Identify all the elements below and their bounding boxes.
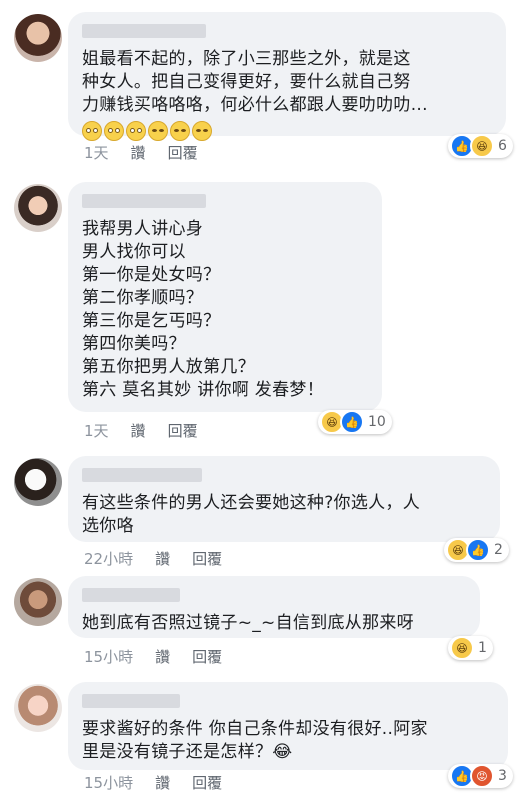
author-name-redacted[interactable] [82,194,206,208]
timestamp[interactable]: 22小時 [84,548,133,569]
comment-meta: 1天 讚 回覆 [84,142,198,163]
reaction-summary[interactable]: 😆 1 [448,636,493,660]
reply-link[interactable]: 回覆 [192,772,222,793]
timestamp[interactable]: 1天 [84,142,109,163]
author-name-redacted[interactable] [82,588,180,602]
reaction-summary[interactable]: 😆 👍 2 [444,538,509,562]
reaction-summary[interactable]: 👍 😡 3 [448,764,513,788]
haha-reaction-icon: 😆 [450,636,474,660]
avatar[interactable] [14,14,62,62]
timestamp[interactable]: 1天 [84,420,109,441]
angry-reaction-icon: 😡 [470,764,494,788]
like-reaction-icon: 👍 [466,538,490,562]
reaction-count: 6 [498,138,507,154]
author-name-redacted[interactable] [82,24,206,38]
comment-meta: 15小時 讚 回覆 [84,772,222,793]
disappointed-emoji-icon [148,121,168,141]
reaction-count: 2 [494,542,503,558]
author-name-redacted[interactable] [82,468,202,482]
comment-bubble: 她到底有否照过镜子~_~自信到底从那来呀 [68,576,480,638]
like-link[interactable]: 讚 [155,772,170,793]
comment-bubble: 姐最看不起的，除了小三那些之外，就是这 种女人。把自己变得更好，要什么就自己努 … [68,12,506,141]
emoji-row [82,121,492,141]
comment-bubble: 我帮男人讲心身 男人找你可以 第一你是处女吗？ 第二你孝顺吗？ 第三你是乞丐吗？… [68,182,382,412]
avatar[interactable] [14,184,62,232]
comment-text: 有这些条件的男人还会要她这种?你选人，人 选你咯 [82,493,421,536]
comment-bubble: 有这些条件的男人还会要她这种?你选人，人 选你咯 [68,456,500,542]
rolling-eyes-emoji-icon [104,121,124,141]
disappointed-emoji-icon [192,121,212,141]
like-link[interactable]: 讚 [131,142,146,163]
comment-text: 姐最看不起的，除了小三那些之外，就是这 种女人。把自己变得更好，要什么就自己努 … [82,49,428,115]
like-link[interactable]: 讚 [155,548,170,569]
like-link[interactable]: 讚 [131,420,146,441]
comment-text: 要求酱好的条件 你自己条件却没有很好..阿家 里是没有镜子还是怎样？😂 [82,719,428,762]
like-reaction-icon: 👍 [340,410,364,434]
comment-meta: 15小時 讚 回覆 [84,646,222,667]
reaction-summary[interactable]: 👍 😆 6 [448,134,513,158]
comment-meta: 1天 讚 回覆 [84,420,198,441]
reply-link[interactable]: 回覆 [168,420,198,441]
comment-meta: 22小時 讚 回覆 [84,548,222,569]
reply-link[interactable]: 回覆 [168,142,198,163]
avatar[interactable] [14,578,62,626]
reaction-count: 3 [498,768,507,784]
comment-bubble: 要求酱好的条件 你自己条件却没有很好..阿家 里是没有镜子还是怎样？😂 [68,682,508,770]
comment-text: 她到底有否照过镜子~_~自信到底从那来呀 [82,613,414,633]
reaction-summary[interactable]: 😆 👍 10 [318,410,392,434]
like-link[interactable]: 讚 [155,646,170,667]
author-name-redacted[interactable] [82,694,180,708]
rolling-eyes-emoji-icon [126,121,146,141]
reply-link[interactable]: 回覆 [192,646,222,667]
timestamp[interactable]: 15小時 [84,646,133,667]
rolling-eyes-emoji-icon [82,121,102,141]
avatar[interactable] [14,458,62,506]
disappointed-emoji-icon [170,121,190,141]
reply-link[interactable]: 回覆 [192,548,222,569]
avatar[interactable] [14,684,62,732]
timestamp[interactable]: 15小時 [84,772,133,793]
reaction-count: 10 [368,414,386,430]
reaction-count: 1 [478,640,487,656]
comment-text: 我帮男人讲心身 男人找你可以 第一你是处女吗？ 第二你孝顺吗？ 第三你是乞丐吗？… [82,219,325,400]
haha-reaction-icon: 😆 [470,134,494,158]
